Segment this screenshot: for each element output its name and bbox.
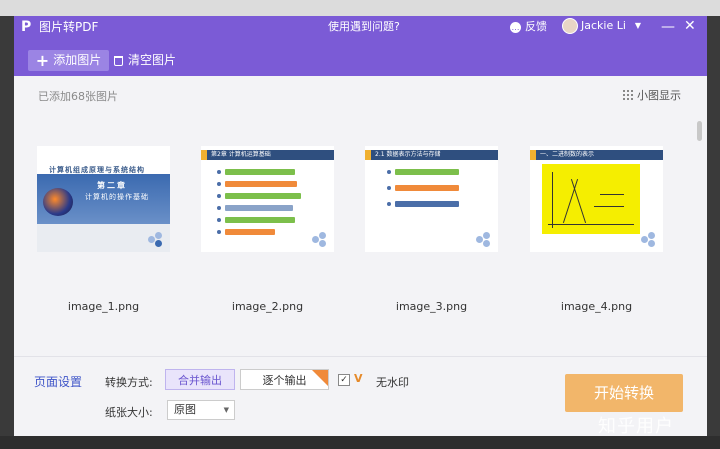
thumbnail-filename: image_4.png xyxy=(560,300,633,313)
thumbnail-filename: image_3.png xyxy=(395,300,468,313)
start-conversion-button[interactable]: 开始转换 xyxy=(565,374,683,412)
paper-size-label: 纸张大小: xyxy=(105,406,153,419)
individual-output-button[interactable]: 逐个输出 xyxy=(240,369,329,390)
slide-subtitle: 计算机的操作基础 xyxy=(85,193,149,201)
globe-graphic xyxy=(43,188,73,216)
help-link[interactable]: 使用遇到问题? xyxy=(328,19,400,35)
graph-illustration xyxy=(542,164,640,234)
app-window: P 图片转PDF 使用遇到问题? … 反馈 Jackie Li ▼ — ✕ + … xyxy=(14,16,707,436)
slide-title: 第2章 计算机运算基础 xyxy=(211,151,271,158)
add-images-button[interactable]: + 添加图片 xyxy=(28,50,109,71)
vip-icon: V xyxy=(354,372,363,385)
thumbnail-filename: image_1.png xyxy=(67,300,140,313)
clear-images-label: 清空图片 xyxy=(128,53,177,67)
hexagon-decoration xyxy=(312,232,330,248)
slide-preview: 计算机组成原理与系统结构 第二章 计算机的操作基础 xyxy=(37,146,170,252)
paper-size-value: 原图 xyxy=(174,403,196,416)
view-mode-label: 小图显示 xyxy=(637,89,681,102)
slide-preview: 一、二进制数的表示 xyxy=(530,146,663,252)
close-button[interactable]: ✕ xyxy=(684,18,696,34)
scrollbar-thumb[interactable] xyxy=(697,121,702,141)
minimize-button[interactable]: — xyxy=(661,19,675,35)
avatar xyxy=(562,18,578,34)
add-images-label: 添加图片 xyxy=(53,53,102,67)
individual-output-label: 逐个输出 xyxy=(262,374,307,387)
view-mode-toggle[interactable]: 小图显示 xyxy=(623,87,681,103)
paper-size-select[interactable]: 原图 ▼ xyxy=(167,400,235,420)
background-left-edge xyxy=(0,16,14,449)
user-menu[interactable]: Jackie Li ▼ xyxy=(562,18,641,34)
slide-preview: 2.1 数据表示方法与存储 xyxy=(365,146,498,252)
title-bar: P 图片转PDF 使用遇到问题? … 反馈 Jackie Li ▼ — ✕ + … xyxy=(14,16,707,76)
feedback-label: 反馈 xyxy=(525,20,547,33)
vip-corner-badge xyxy=(312,370,328,386)
plus-icon: + xyxy=(35,50,50,70)
overlay-watermark: 知乎用户 xyxy=(598,416,674,437)
slide-preview: 第2章 计算机运算基础 xyxy=(201,146,334,252)
chevron-down-icon: ▼ xyxy=(634,21,642,30)
feedback-button[interactable]: … 反馈 xyxy=(510,19,547,35)
chat-bubble-icon: … xyxy=(510,21,521,33)
thumbnail-filename: image_2.png xyxy=(231,300,304,313)
grid-icon xyxy=(623,90,633,100)
slide-title: 2.1 数据表示方法与存储 xyxy=(375,151,441,158)
background-right-edge xyxy=(707,16,720,449)
hexagon-decoration xyxy=(148,232,166,248)
image-count: 已添加68张图片 xyxy=(38,90,118,103)
slide-chapter: 第二章 xyxy=(97,181,127,190)
trash-icon xyxy=(114,55,123,66)
user-name: Jackie Li xyxy=(581,19,626,32)
page-setup-link[interactable]: 页面设置 xyxy=(34,373,82,390)
app-title: 图片转PDF xyxy=(39,20,99,34)
chevron-down-icon: ▼ xyxy=(223,406,229,414)
app-logo-icon: P xyxy=(21,19,32,35)
hexagon-decoration xyxy=(641,232,659,248)
no-watermark-label: 无水印 xyxy=(376,376,409,389)
slide-title: 一、二进制数的表示 xyxy=(540,151,595,158)
conversion-mode-label: 转换方式: xyxy=(105,376,153,389)
hexagon-decoration xyxy=(476,232,494,248)
clear-images-button[interactable]: 清空图片 xyxy=(114,50,176,71)
background-desktop-strip xyxy=(0,0,720,16)
settings-divider xyxy=(14,356,707,357)
merge-output-button[interactable]: 合并输出 xyxy=(165,369,235,390)
no-watermark-checkbox[interactable]: ✓ xyxy=(338,374,350,386)
